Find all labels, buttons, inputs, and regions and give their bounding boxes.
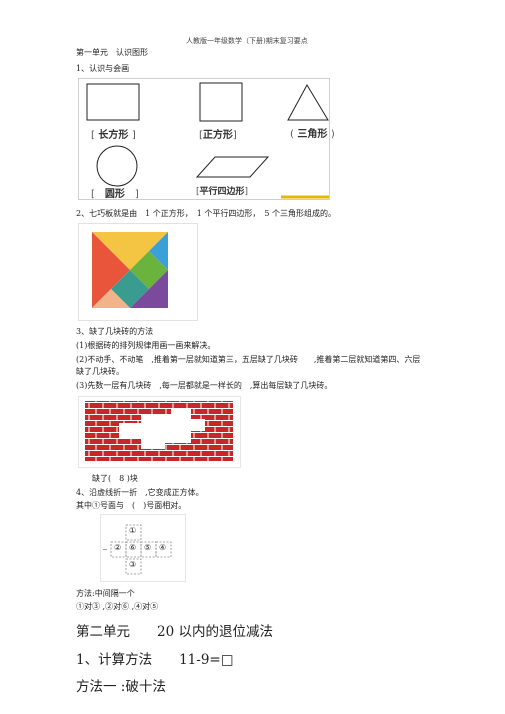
section-3-title: 3、缺了几块砖的方法 — [76, 327, 154, 336]
net-label-4: ④ — [159, 543, 167, 552]
section-3-line3: (3)先数一层有几块砖 ,每一层都就是一样长的 ,算出每层缺了几块砖。 — [76, 381, 333, 390]
parallelogram-shape — [195, 156, 270, 178]
tangram-figure — [92, 232, 168, 308]
unit2-title: 第二单元 20 以内的退位减法 — [76, 624, 273, 640]
square-shape — [199, 82, 243, 122]
net-label-5: ⑤ — [144, 543, 152, 552]
section-4-method: 方法:中间隔一个 — [76, 589, 135, 598]
brick-wall-figure — [85, 401, 233, 461]
net-label-1: ① — [129, 526, 137, 535]
missing-bricks-answer: 缺了( 8 )块 — [92, 474, 138, 483]
brick-wall-panel — [78, 396, 241, 468]
section-4-line2: 其中①号面与 ( )号面相对。 — [76, 501, 187, 510]
rectangle-label: [ 长方形 ] — [91, 130, 136, 141]
net-label-2: ② — [114, 543, 122, 552]
shapes-panel: [ 长方形 ] [正方形] ( 三角形 ) [ 圆形 ] [平行四边形] — [78, 78, 335, 200]
unit2-section1: 1、计算方法 11-9=□ — [76, 652, 234, 668]
unit1-title: 第一单元 认识图形 — [76, 48, 148, 57]
triangle-label: ( 三角形 ) — [290, 129, 335, 140]
tangram-panel — [78, 223, 198, 321]
section-2-text: 2、七巧板就是由 1 个正方形， 1 个平行四边形， 5 个三角形组成的。 — [76, 209, 336, 218]
page-header: 人教版一年级数学（下册)期末复习要点 — [186, 37, 308, 45]
net-label-3: ③ — [129, 560, 137, 569]
triangle-shape — [287, 83, 329, 121]
section-1-title: 1、认识与会画 — [76, 64, 130, 73]
rectangle-shape — [86, 83, 140, 121]
section-4-pairs: ①对③ ,②对⑥ ,④对⑤ — [76, 602, 159, 611]
circle-shape — [96, 145, 138, 187]
square-label: [正方形] — [199, 130, 237, 141]
net-label-6: ⑥ — [129, 543, 137, 552]
section-4-line1: 4、沿虚线折一折 ,它变成正方体。 — [76, 488, 204, 497]
section-3-line2b: 缺了几块砖。 — [76, 367, 124, 376]
section-3-line1: (1)根据砖的排列规律用画一画来解决。 — [76, 341, 216, 350]
circle-label: [ 圆形 ] — [91, 189, 139, 200]
unit2-method1: 方法一 :破十法 — [76, 679, 166, 695]
section-3-line2a: (2)不动手、不动笔 ,推着第一层就知道第三，五层缺了几块砖 ,推着第二层就知道… — [76, 355, 421, 364]
parallelogram-label: [平行四边形] — [196, 187, 249, 197]
cube-net-panel: ① ② ③ ④ ⑤ ⑥ — [100, 514, 186, 582]
